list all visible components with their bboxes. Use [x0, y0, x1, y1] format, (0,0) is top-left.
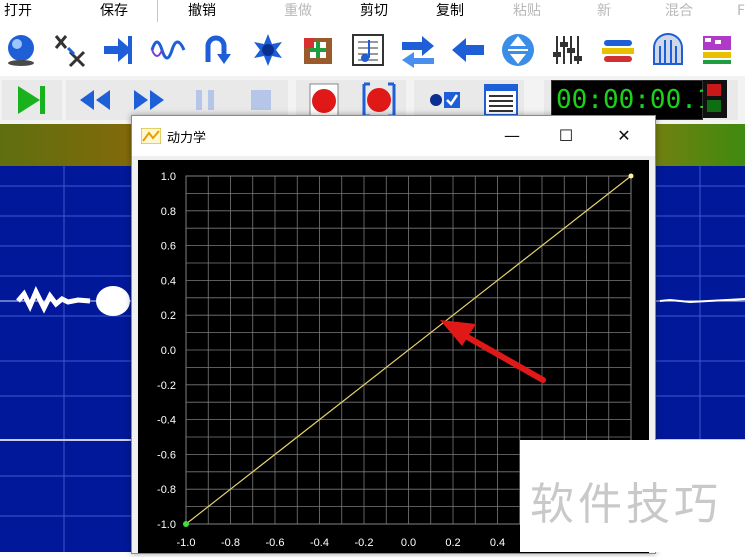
stop-icon[interactable] [242, 82, 280, 118]
menu-overflow[interactable]: F [737, 2, 745, 20]
menu-separator [157, 0, 158, 22]
vertical-expand-icon[interactable] [500, 32, 536, 68]
menu-open[interactable]: 打开 [4, 2, 32, 20]
y-tick-label: -0.2 [157, 380, 176, 392]
color-bands-icon[interactable] [600, 32, 636, 68]
effects-toolbar [0, 26, 745, 76]
watermark: 软件技巧 [530, 479, 722, 530]
rewind-icon[interactable] [76, 82, 114, 118]
x-tick-label: 0.4 [490, 537, 505, 549]
effect-cube-icon[interactable] [300, 32, 336, 68]
x-tick-label: -0.2 [355, 537, 374, 549]
menu-undo[interactable]: 撤销 [188, 2, 216, 20]
x-tick-label: 0.2 [445, 537, 460, 549]
burst-icon[interactable] [250, 32, 286, 68]
menu-redo[interactable]: 重做 [284, 2, 312, 20]
timecode-value: 00:00:00.1 [556, 85, 713, 115]
curve-end-point [628, 173, 634, 179]
menu-new[interactable]: 新 [597, 2, 611, 20]
menu-cut[interactable]: 剪切 [360, 2, 388, 20]
y-tick-label: 0.2 [161, 310, 176, 322]
menu-save[interactable]: 保存 [100, 2, 128, 20]
trim-icon[interactable] [52, 32, 88, 68]
equalizer-icon[interactable] [550, 32, 586, 68]
maximize-button[interactable]: ☐ [546, 122, 586, 150]
y-tick-label: -0.6 [157, 449, 176, 461]
swap-icon[interactable] [400, 32, 436, 68]
curve-start-point [183, 521, 189, 527]
y-tick-label: 0.6 [161, 241, 176, 253]
sine-wave-icon[interactable] [150, 32, 186, 68]
music-note-icon[interactable] [350, 32, 386, 68]
menu-copy[interactable]: 复制 [436, 2, 464, 20]
spectrum-view-icon[interactable] [482, 82, 520, 118]
minimize-button[interactable]: — [492, 122, 532, 150]
record-new-icon[interactable] [306, 82, 344, 118]
record-icon[interactable] [360, 82, 398, 118]
loop-back-icon[interactable] [200, 32, 236, 68]
y-tick-label: -0.4 [157, 415, 176, 427]
y-tick-label: -0.8 [157, 484, 176, 496]
y-tick-label: -1.0 [157, 519, 176, 531]
indicator-green [707, 100, 721, 112]
y-tick-label: 0.4 [161, 275, 176, 287]
pause-icon[interactable] [186, 82, 224, 118]
menu-bar: 打开 保存 撤销 重做 剪切 复制 粘贴 新 混合 F [0, 0, 745, 24]
record-checkbox-icon[interactable] [426, 82, 464, 118]
x-tick-label: -1.0 [177, 537, 196, 549]
y-tick-label: 0.0 [161, 345, 176, 357]
timecode-indicator [703, 80, 727, 118]
dynamics-app-icon [141, 128, 161, 144]
globe-icon[interactable] [3, 32, 39, 68]
insert-icon[interactable] [100, 32, 136, 68]
y-tick-label: 1.0 [161, 171, 176, 183]
y-tick-label: 0.8 [161, 206, 176, 218]
menu-mix[interactable]: 混合 [665, 2, 693, 20]
x-tick-label: -0.8 [221, 537, 240, 549]
arrow-left-icon[interactable] [450, 32, 486, 68]
play-icon[interactable] [12, 82, 50, 118]
arch-gate-icon[interactable] [650, 32, 686, 68]
timecode-display: 00:00:00.1 [551, 80, 713, 120]
indicator-red [707, 84, 721, 96]
x-tick-label: -0.4 [310, 537, 329, 549]
menu-paste[interactable]: 粘贴 [513, 2, 541, 20]
fast-forward-icon[interactable] [130, 82, 168, 118]
x-tick-label: -0.6 [266, 537, 285, 549]
x-tick-label: 0.0 [401, 537, 416, 549]
dialog-titlebar[interactable]: 动力学 — ☐ ✕ [132, 116, 655, 156]
noise-reduction-icon[interactable] [699, 32, 735, 68]
close-button[interactable]: ✕ [604, 122, 644, 150]
dialog-title: 动力学 [167, 131, 207, 146]
